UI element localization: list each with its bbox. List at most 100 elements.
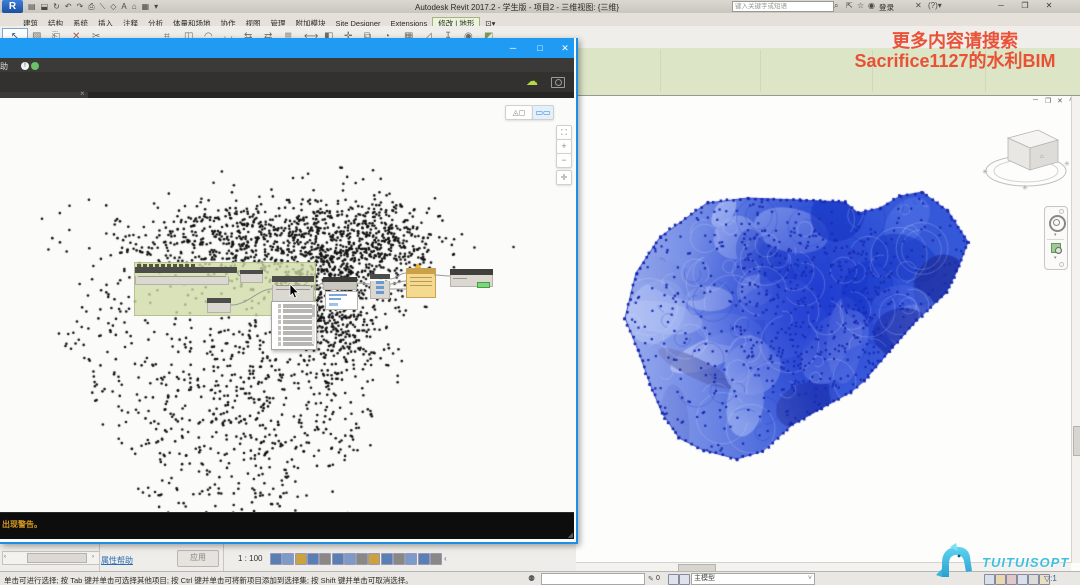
- mouse-cursor: [289, 284, 300, 299]
- exclude-options-icon[interactable]: [1006, 574, 1017, 585]
- help-icon[interactable]: (?)▾: [928, 1, 942, 10]
- geometry-view-icon[interactable]: ◬◻: [505, 105, 533, 120]
- status-message: 单击可进行选择; 按 Tab 键并单击可选择其他项目; 按 Ctrl 键并单击可…: [4, 575, 413, 585]
- view-control-icon-4[interactable]: [307, 553, 319, 565]
- chevron-down-icon: ˅: [808, 574, 812, 584]
- sign-in-link[interactable]: 登录: [879, 2, 894, 13]
- view-control-icon-13[interactable]: [418, 553, 430, 565]
- view-scale[interactable]: 1 : 100: [238, 554, 262, 563]
- design-option-dropdown[interactable]: 主模型 ˅: [691, 573, 815, 585]
- view-control-icon-10[interactable]: [381, 553, 393, 565]
- view-close-icon[interactable]: ✕: [1057, 97, 1063, 105]
- select-toggle-icon[interactable]: [1028, 574, 1039, 585]
- view-control-icon-8[interactable]: [356, 553, 368, 565]
- zoom-dropdown-caret[interactable]: ▾: [1054, 255, 1057, 261]
- vertical-scrollbar[interactable]: [1071, 96, 1080, 563]
- minimize-button[interactable]: ─: [993, 0, 1009, 12]
- view-control-icon-2[interactable]: [282, 553, 294, 565]
- view-control-icon-1[interactable]: [270, 553, 282, 565]
- filter-icon[interactable]: ▽:1: [1044, 574, 1057, 583]
- tab-close-icon[interactable]: ×: [80, 89, 85, 98]
- resize-grip-icon[interactable]: ◢: [568, 531, 573, 539]
- redo-icon[interactable]: ↷: [77, 2, 84, 11]
- view-control-icon-11[interactable]: [393, 553, 405, 565]
- account-icon[interactable]: ◉: [868, 1, 875, 10]
- worksharing-icon[interactable]: [984, 574, 995, 585]
- status-bar: 单击可进行选择; 按 Tab 键并单击可选择其他项目; 按 Ctrl 键并单击可…: [0, 571, 1080, 585]
- navbar-divider: [1047, 239, 1064, 240]
- title-bar: R ▤⬓↻↶↷⎙⟍◇A⌂▦▾ Autodesk Revit 2017.2 - 学…: [0, 0, 1080, 14]
- logo-text: TUITUISOPT: [982, 555, 1069, 570]
- reload-latest-icon[interactable]: [668, 574, 679, 585]
- save-icon[interactable]: ⬓: [41, 2, 49, 11]
- dynamo-maximize-button[interactable]: □: [531, 41, 549, 55]
- view-control-icon-12[interactable]: [405, 553, 417, 565]
- print-icon[interactable]: ⎙: [88, 2, 94, 11]
- sync-icon[interactable]: ↻: [53, 2, 60, 11]
- text-icon[interactable]: A: [121, 2, 126, 11]
- run-state-icon[interactable]: [31, 62, 39, 70]
- scroll-right-icon[interactable]: ›: [92, 554, 94, 560]
- watermark-line1: 更多内容请搜索: [830, 31, 1080, 51]
- navbar-dot: [1059, 209, 1064, 214]
- view-restore-icon[interactable]: ❐: [1045, 97, 1051, 105]
- open-icon[interactable]: ▤: [28, 2, 36, 11]
- topography-surface[interactable]: [592, 179, 992, 479]
- search-icon[interactable]: ⌕: [834, 1, 838, 11]
- workset-dropdown[interactable]: [541, 573, 645, 585]
- revit-application-window: R ▤⬓↻↶↷⎙⟍◇A⌂▦▾ Autodesk Revit 2017.2 - 学…: [0, 0, 1080, 585]
- pan-icon[interactable]: ✛: [556, 170, 572, 185]
- help-menu-partial[interactable]: 助: [0, 61, 8, 72]
- bottom-strip: ‹ › 属性帮助 应用 1 : 100 ‹: [0, 542, 576, 571]
- dynamo-title-bar[interactable]: ─ □ ✕: [0, 38, 574, 58]
- zoom-in-icon[interactable]: +: [556, 139, 572, 154]
- borrowers-icon[interactable]: [679, 574, 690, 585]
- view-control-icon-6[interactable]: [332, 553, 344, 565]
- quick-access-toolbar: ▤ ⬓ ↻ ↶ ↷ ⎙ ⟍ ◇ A ⌂ ▦ ▾: [28, 1, 163, 12]
- tag-icon[interactable]: ◇: [110, 2, 116, 11]
- dynamo-close-button[interactable]: ✕: [556, 41, 574, 55]
- watermark-text: 更多内容请搜索 Sacrifice1127的水利BIM: [830, 31, 1080, 71]
- undo-icon[interactable]: ↶: [65, 2, 72, 11]
- exchange-icon[interactable]: ⇱: [846, 1, 853, 10]
- graph-view-icon[interactable]: ▭▭: [532, 105, 554, 120]
- alert-icon[interactable]: !: [21, 62, 29, 70]
- search-input[interactable]: 键入关键字或短语: [732, 1, 834, 12]
- measure-icon[interactable]: ⟍: [100, 2, 106, 11]
- camera-export-icon[interactable]: [551, 77, 565, 88]
- scroll-left-icon[interactable]: ‹: [4, 554, 6, 560]
- close-button[interactable]: ✕: [1041, 0, 1057, 12]
- properties-help-link[interactable]: 属性帮助: [101, 555, 133, 566]
- horizontal-scrollbar-left[interactable]: ‹ ›: [2, 551, 100, 565]
- zoom-out-icon[interactable]: −: [556, 153, 572, 168]
- svg-text:✳: ✳: [1022, 184, 1028, 192]
- divider: [223, 542, 224, 571]
- viewbar-collapse-icon[interactable]: ‹: [444, 554, 447, 563]
- view-control-icon-9[interactable]: [368, 553, 380, 565]
- view-minimize-icon[interactable]: ─: [1033, 97, 1038, 104]
- apply-button[interactable]: 应用: [177, 550, 219, 567]
- viewcube[interactable]: ⌂ ✳ ✳ ✳: [978, 118, 1078, 198]
- wheel-dropdown-caret[interactable]: ▾: [1054, 232, 1057, 238]
- view-control-icon-3[interactable]: [295, 553, 307, 565]
- dynamo-canvas[interactable]: ▾: [0, 98, 574, 512]
- zoom-fit-icon[interactable]: ⛶: [556, 125, 572, 140]
- app-store-icon[interactable]: ✕: [915, 1, 922, 10]
- view-control-icon-7[interactable]: [344, 553, 356, 565]
- edit-family-icon[interactable]: [1017, 574, 1028, 585]
- revit-logo[interactable]: R: [2, 0, 23, 13]
- view-control-icon-14[interactable]: [430, 553, 442, 565]
- navigation-bar[interactable]: ▾ ▾: [1044, 206, 1068, 270]
- scroll-thumb[interactable]: [27, 553, 87, 563]
- vertical-scroll-thumb[interactable]: [1073, 426, 1080, 456]
- design-options-icon[interactable]: [995, 574, 1006, 585]
- favorites-star-icon[interactable]: ☆: [857, 1, 864, 10]
- view-control-icon-5[interactable]: [319, 553, 331, 565]
- dynamo-toolbar: ☁ ▼: [0, 72, 574, 92]
- dynamo-minimize-button[interactable]: ─: [504, 41, 522, 55]
- 3d-view-icon[interactable]: ⌂: [132, 2, 137, 11]
- thin-lines-icon[interactable]: ▾: [154, 2, 158, 11]
- dynamo-window[interactable]: ─ □ ✕ 助 ! ☁ ▼ ×: [0, 38, 578, 544]
- section-icon[interactable]: ▦: [142, 2, 150, 11]
- restore-button[interactable]: ❐: [1017, 0, 1033, 12]
